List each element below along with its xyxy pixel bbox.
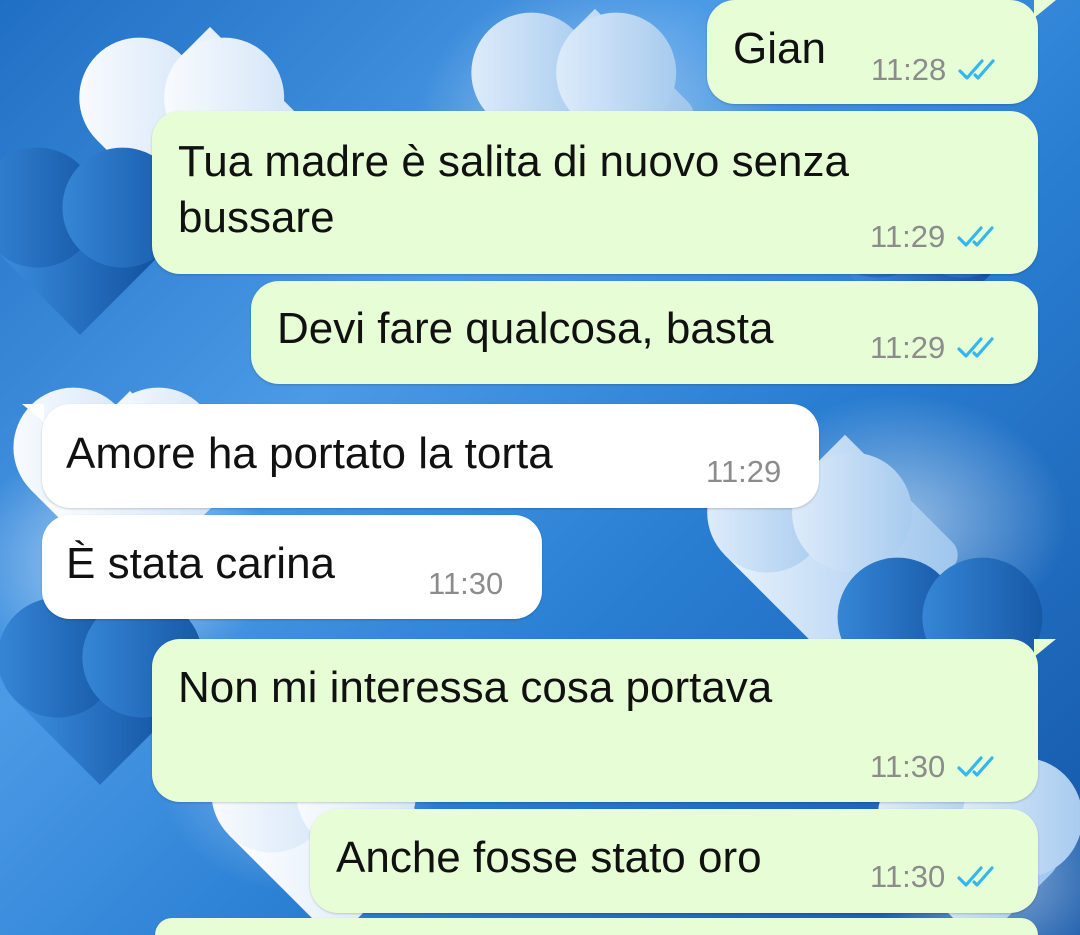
outgoing-message-bubble[interactable]: Anche fosse stato oro 11:30 xyxy=(310,809,1038,913)
outgoing-message-bubble[interactable]: Gian 11:28 xyxy=(707,0,1056,104)
message-meta: 11:30 xyxy=(428,566,503,602)
message-time: 11:29 xyxy=(870,219,946,254)
double-check-read-icon xyxy=(957,866,994,887)
bubble-tail xyxy=(1034,639,1056,657)
outgoing-message-bubble[interactable]: Devi fare qualcosa, basta 11:29 xyxy=(251,281,1038,384)
double-check-read-icon xyxy=(957,756,994,777)
message-text: Devi fare qualcosa, basta xyxy=(277,304,774,353)
message-time: 11:30 xyxy=(428,566,504,601)
message-text: Amore ha portato la torta xyxy=(66,429,553,478)
message-text: Non mi interessa cosa portava xyxy=(178,663,773,712)
double-check-read-icon xyxy=(957,337,994,358)
message-time: 11:29 xyxy=(706,454,782,489)
message-text-line: bussare xyxy=(178,193,335,242)
message-time: 11:30 xyxy=(870,859,946,894)
bubble-tail xyxy=(1034,0,1056,18)
outgoing-message-bubble[interactable]: Non mi interessa cosa portava 11:30 xyxy=(152,639,1056,802)
message-meta: 11:29 xyxy=(870,219,1001,255)
message-meta: 11:29 xyxy=(870,330,1001,366)
message-text: Anche fosse stato oro xyxy=(336,833,762,882)
message-meta: 11:30 xyxy=(870,749,1001,785)
double-check-read-icon xyxy=(958,59,995,80)
chat-message-list[interactable]: Gian 11:28 Tua madre è salita di nuovo s… xyxy=(0,0,1080,935)
message-text: È stata carina xyxy=(66,539,336,588)
bubble-tail xyxy=(22,404,44,422)
incoming-message-bubble[interactable]: Amore ha portato la torta 11:29 xyxy=(22,404,819,508)
message-meta: 11:28 xyxy=(871,52,1002,88)
incoming-message-bubble[interactable]: È stata carina 11:30 xyxy=(42,515,542,619)
outgoing-message-bubble[interactable]: Tua madre è salita di nuovo senza bussar… xyxy=(152,111,1038,274)
message-meta: 11:30 xyxy=(870,859,1001,895)
message-text: Gian xyxy=(733,24,826,73)
message-time: 11:29 xyxy=(870,330,946,365)
message-time: 11:30 xyxy=(870,749,946,784)
outgoing-message-bubble-partial[interactable] xyxy=(155,918,1038,935)
double-check-read-icon xyxy=(957,226,994,247)
message-text-line: Tua madre è salita di nuovo senza xyxy=(178,137,849,186)
message-meta: 11:29 xyxy=(706,454,781,490)
message-time: 11:28 xyxy=(871,52,947,87)
